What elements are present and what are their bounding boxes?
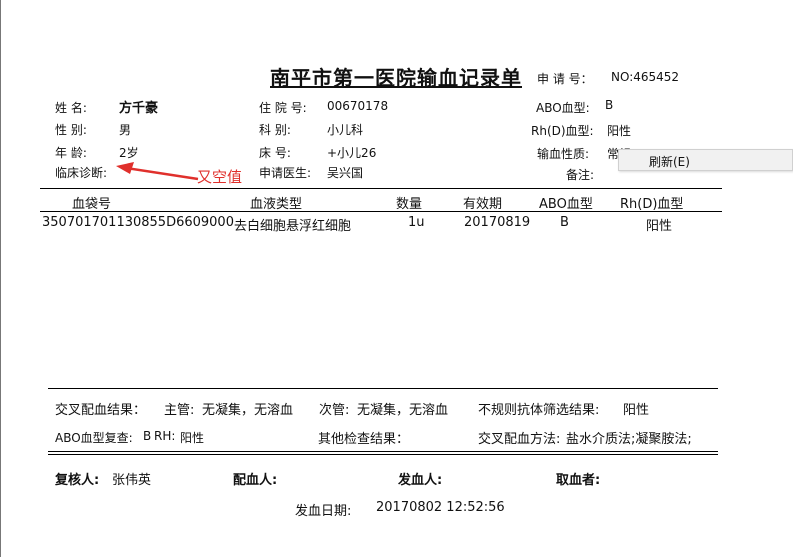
age-label: 年 龄: [55, 146, 87, 160]
table-top-rule [40, 188, 722, 189]
reviewer-label: 复核人: [55, 473, 100, 488]
major-value: 无凝集，无溶血 [202, 403, 294, 418]
bed-label: 床 号: [259, 146, 291, 160]
antibody-value: 阳性 [623, 403, 650, 418]
context-menu-item-refresh[interactable]: 刷新(E) [649, 153, 690, 170]
minor-label: 次管: [319, 403, 350, 418]
doctor-label: 申请医生: [259, 166, 312, 180]
cell-blood-type: 去白细胞悬浮红细胞 [234, 219, 352, 234]
taker-label: 取血者: [556, 473, 601, 488]
results-top-rule [48, 388, 718, 389]
cell-rh: 阳性 [646, 219, 673, 234]
col-header-quantity: 数量 [396, 197, 423, 212]
name-value: 方千豪 [119, 101, 159, 116]
results-bottom-rule-1 [48, 451, 718, 452]
rh-recheck-label: RH: [154, 429, 176, 443]
method-label: 交叉配血方法: [478, 432, 561, 447]
hosp-no-value: 00670178 [327, 99, 389, 113]
cell-expiry: 20170819 [464, 215, 531, 230]
context-menu: 刷新(E) [618, 149, 793, 171]
nature-label: 输血性质: [537, 147, 590, 161]
annotation-arrow-icon [116, 162, 199, 181]
minor-value: 无凝集，无溶血 [357, 403, 449, 418]
rh-recheck-value: 阳性 [180, 431, 205, 445]
sex-label: 性 别: [55, 123, 87, 137]
age-value: 2岁 [119, 146, 139, 160]
col-header-rh: Rh(D)血型 [620, 197, 684, 212]
window-left-border [0, 0, 1, 557]
abo-recheck-value: B [143, 429, 152, 443]
name-label: 姓 名: [55, 101, 87, 115]
abo-label: ABO血型: [536, 101, 590, 115]
dept-label: 科 别: [259, 123, 291, 137]
request-no-label: 申 请 号： [537, 72, 593, 86]
matcher-label: 配血人: [233, 473, 278, 488]
hosp-no-label: 住 院 号: [259, 101, 307, 115]
dept-value: 小儿科 [327, 123, 364, 137]
other-results-label: 其他检查结果： [318, 432, 410, 447]
col-header-expiry: 有效期 [463, 197, 503, 212]
major-label: 主管: [164, 403, 195, 418]
rh-value: 阳性 [607, 124, 632, 138]
col-header-blood-type: 血液类型 [250, 197, 303, 212]
cell-bag-no: 35070170113085​5D6609000 [42, 215, 234, 230]
method-value: 盐水介质法;凝聚胺法; [566, 432, 692, 447]
issue-date-label: 发血日期: [295, 504, 352, 519]
col-header-bag-no: 血袋号 [72, 197, 112, 212]
cell-quantity: 1u [408, 215, 425, 230]
sex-value: 男 [119, 123, 132, 137]
reviewer-value: 张伟英 [112, 473, 152, 488]
remark-label: 备注: [566, 168, 595, 182]
rh-label: Rh(D)血型: [531, 124, 594, 138]
table-header-rule [40, 211, 722, 212]
report-title: 南平市第一医院输血记录单 [270, 66, 522, 90]
antibody-label: 不规则抗体筛选结果: [478, 403, 600, 418]
issue-date-value: 20170802 12:52:56 [376, 500, 505, 515]
request-no-value: NO:465452 [611, 70, 680, 84]
bed-value: +小儿26 [327, 146, 377, 160]
annotation-text: 又空值 [197, 168, 243, 186]
doctor-value: 吴兴国 [327, 166, 364, 180]
col-header-abo: ABO血型 [539, 197, 593, 212]
diagnosis-label: 临床诊断: [55, 166, 108, 180]
issuer-label: 发血人: [398, 473, 443, 488]
results-bottom-rule-2 [48, 454, 718, 455]
crossmatch-label: 交叉配血结果： [55, 403, 147, 418]
cell-abo: B [560, 215, 569, 230]
abo-value: B [605, 98, 614, 112]
abo-recheck-label: ABO血型复查: [55, 431, 133, 445]
